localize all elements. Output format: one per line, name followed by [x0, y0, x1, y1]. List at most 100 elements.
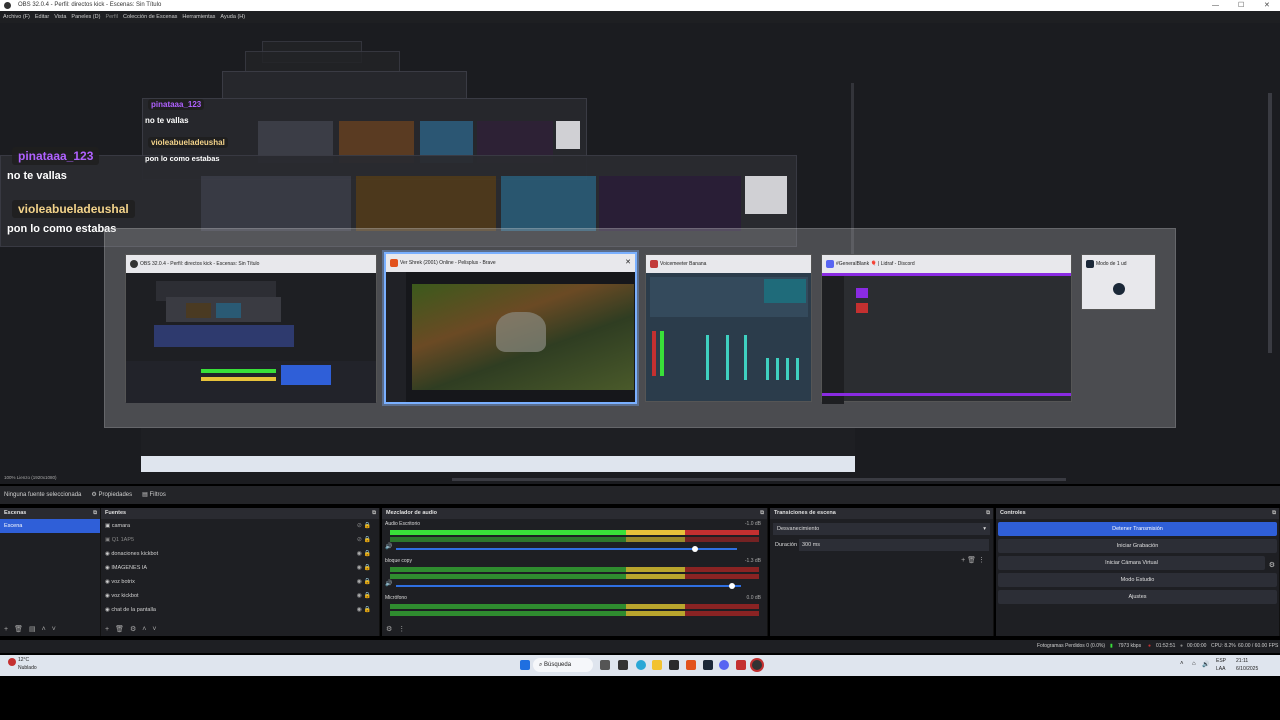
discord-icon[interactable] [719, 660, 729, 670]
language-layout[interactable]: LAA [1216, 666, 1225, 672]
sources-dock: Fuentes ⧉ ▣ camara ⊘ 🔒 ▣ Q1 1AP5 ⊘ 🔒 ◉ dona… [101, 508, 380, 636]
duration-input[interactable]: 300 ms [799, 539, 989, 551]
scene-item[interactable]: Escena [0, 519, 100, 533]
weather-desc[interactable]: Nublado [18, 665, 37, 671]
menu-editar[interactable]: Editar [35, 11, 49, 23]
search-box[interactable]: ⌕ Búsqueda [533, 658, 593, 672]
dock-float-icon[interactable]: ⧉ [760, 508, 764, 519]
network-icon[interactable]: ⌂ [1192, 661, 1196, 667]
filter-icon[interactable]: ▤ [29, 624, 36, 636]
rec-time: 00:00:00 [1187, 643, 1207, 649]
menu-perfil[interactable]: Perfil [105, 11, 118, 23]
weather-temp[interactable]: 12°C [18, 657, 29, 663]
maximize-icon[interactable]: ☐ [1238, 0, 1244, 11]
add-icon[interactable]: + [961, 557, 965, 564]
close-icon[interactable]: ✕ [625, 254, 631, 272]
menu-paneles[interactable]: Paneles (D) [71, 11, 100, 23]
obs-logo-icon [4, 2, 11, 9]
tray-chevron-icon[interactable]: ˄ [1180, 661, 1184, 667]
settings-button[interactable]: Ajustes [998, 590, 1277, 604]
up-icon[interactable]: ˄ [42, 624, 46, 636]
studio-mode-button[interactable]: Modo Estudio [998, 573, 1277, 587]
eye-icon[interactable]: ◉ 🔒 [357, 589, 371, 603]
preview-canvas[interactable]: pinataaa_123 no te vallas violeabueladeu… [0, 23, 1280, 475]
start-recording-button[interactable]: Iniciar Grabación [998, 539, 1277, 553]
properties-button[interactable]: ⚙ Propiedades [91, 486, 132, 504]
menu-coleccion[interactable]: Colección de Escenas [123, 11, 177, 23]
source-item[interactable]: ◉ chat de la pantalla ◉ 🔒 [101, 603, 379, 617]
clock-time[interactable]: 21:11 [1236, 658, 1248, 664]
source-item[interactable]: ◉ IMAGENES IA ◉ 🔒 [101, 561, 379, 575]
switcher-window-brave[interactable]: Ver Shrek (2001) Online - Pelisplus - Br… [384, 252, 637, 404]
task-view-icon[interactable] [618, 660, 628, 670]
source-icon: ▣ [105, 523, 112, 529]
dock-float-icon[interactable]: ⧉ [986, 508, 990, 519]
menu-herramientas[interactable]: Herramientas [182, 11, 215, 23]
stop-stream-button[interactable]: Detener Transmisión [998, 522, 1277, 536]
speaker-icon[interactable]: 🔊 [385, 543, 392, 550]
eye-icon[interactable]: ◉ 🔒 [357, 547, 371, 561]
slider-knob[interactable] [692, 546, 698, 552]
gear-icon[interactable]: ⚙ [1269, 561, 1275, 569]
steam-icon[interactable] [703, 660, 713, 670]
app-icon[interactable] [669, 660, 679, 670]
transition-select[interactable]: Desvanecimiento ▾ [773, 523, 990, 535]
obs-icon[interactable] [752, 660, 762, 670]
trash-icon[interactable]: 🗑 [115, 624, 124, 636]
eye-icon[interactable]: ◉ 🔒 [357, 603, 371, 617]
volume-slider[interactable] [396, 583, 741, 589]
filters-button[interactable]: ▤ Filtros [142, 486, 166, 504]
switcher-window-obs[interactable]: OBS 32.0.4 - Perfil: directos kick - Esc… [125, 254, 377, 403]
up-icon[interactable]: ˄ [142, 624, 146, 636]
volume-meter [390, 567, 759, 572]
slider-knob[interactable] [729, 583, 735, 589]
switcher-window-steam[interactable]: Modo de 1 ud [1081, 254, 1156, 310]
controls-dock: Controles ⧉ Detener Transmisión Iniciar G… [996, 508, 1280, 636]
source-item[interactable]: ▣ Q1 1AP5 ⊘ 🔒 [101, 533, 379, 547]
gear-icon[interactable]: ⚙ [386, 624, 392, 636]
eye-hidden-icon[interactable]: ⊘ 🔒 [357, 533, 371, 547]
volume-icon[interactable]: 🔊 [1202, 661, 1209, 668]
edge-icon[interactable] [636, 660, 646, 670]
add-icon[interactable]: + [105, 624, 109, 636]
trash-icon[interactable]: 🗑 [967, 557, 976, 564]
gear-icon[interactable]: ⚙ [130, 624, 136, 636]
file-explorer-icon[interactable] [652, 660, 662, 670]
switcher-window-voicemeeter[interactable]: Voicemeeter Banana [645, 254, 812, 402]
source-item[interactable]: ▣ camara ⊘ 🔒 [101, 519, 379, 533]
speaker-icon[interactable]: 🔊 [385, 580, 392, 587]
menu-vista[interactable]: Vista [54, 11, 66, 23]
dock-float-icon[interactable]: ⧉ [372, 508, 376, 519]
more-icon[interactable]: ⋮ [398, 624, 405, 636]
dock-float-icon[interactable]: ⧉ [1272, 508, 1276, 519]
scrollbar[interactable] [1268, 93, 1272, 353]
eye-icon[interactable]: ◉ 🔒 [357, 561, 371, 575]
menu-archivo[interactable]: Archivo (F) [3, 11, 30, 23]
close-icon[interactable]: ✕ [1264, 0, 1270, 11]
brave-icon[interactable] [686, 660, 696, 670]
source-item[interactable]: ◉ voz kickbot ◉ 🔒 [101, 589, 379, 603]
down-icon[interactable]: ˅ [152, 624, 156, 636]
switcher-window-discord[interactable]: #GeneralBlank 🎈 | Lidraf - Discord [821, 254, 1072, 404]
language[interactable]: ESP [1216, 658, 1226, 664]
menu-ayuda[interactable]: Ayuda (H) [220, 11, 245, 23]
source-item[interactable]: ◉ voz botrix ◉ 🔒 [101, 575, 379, 589]
clock-date[interactable]: 6/10/2025 [1236, 666, 1258, 672]
preview-scrollbar[interactable]: 100% Lienzo (1920x1080) [0, 475, 1280, 484]
voicemeeter-icon[interactable] [736, 660, 746, 670]
source-item[interactable]: ◉ donaciones kickbot ◉ 🔒 [101, 547, 379, 561]
eye-hidden-icon[interactable]: ⊘ 🔒 [357, 519, 371, 533]
trash-icon[interactable]: 🗑 [14, 624, 23, 636]
windows-start-icon[interactable] [520, 660, 530, 670]
gallery-icon[interactable] [600, 660, 610, 670]
virtual-camera-button[interactable]: Iniciar Cámara Virtual [998, 556, 1265, 570]
window-title: OBS 32.0.4 - Perfil: directos kick - Esc… [18, 2, 162, 8]
dock-float-icon[interactable]: ⧉ [93, 508, 97, 519]
eye-icon[interactable]: ◉ 🔒 [357, 575, 371, 589]
add-icon[interactable]: + [4, 624, 8, 636]
volume-slider[interactable] [396, 546, 737, 552]
more-icon[interactable]: ⋮ [978, 557, 985, 564]
minimize-icon[interactable]: — [1212, 0, 1219, 11]
down-icon[interactable]: ˅ [52, 624, 56, 636]
volume-meter [390, 530, 759, 535]
